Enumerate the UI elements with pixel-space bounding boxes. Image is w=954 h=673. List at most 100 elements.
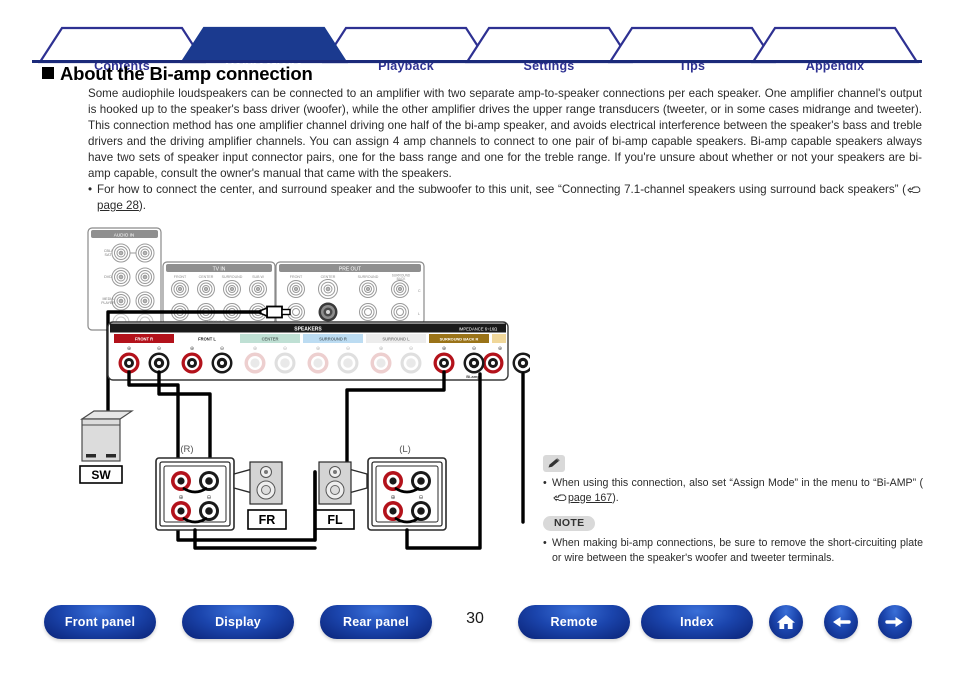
svg-text:DVD: DVD <box>104 275 112 279</box>
impedance-label: IMPEDANCE 6~16Ω <box>459 326 498 331</box>
body-text: Some audiophile loudspeakers can be conn… <box>88 87 922 181</box>
audio-in-panel: AUDIO IN CBL/ SAT DVD MEDIA PLAYER <box>87 227 162 331</box>
arrow-right-icon <box>885 617 903 627</box>
page-28-link[interactable]: page 28 <box>97 199 139 212</box>
bi-amp-strip-label: Bi-amp <box>466 374 480 379</box>
svg-text:BACK: BACK <box>397 277 407 281</box>
bullet-text-post: ). <box>138 199 147 213</box>
bullet-dot-icon: • <box>88 183 93 196</box>
nav-forward-button[interactable] <box>878 605 912 639</box>
speaker-terminal-strip: SPEAKERS IMPEDANCE 6~16Ω FRONT R FRONT L… <box>107 321 530 381</box>
svg-text:SURROUND R: SURROUND R <box>319 337 347 342</box>
nav-rear-panel[interactable]: Rear panel <box>320 605 432 639</box>
bullet-text-pre: For how to connect the center, and surro… <box>97 183 906 196</box>
arrow-left-icon <box>833 617 851 627</box>
svg-text:⊖: ⊖ <box>418 495 423 501</box>
svg-text:⊖: ⊖ <box>472 346 476 352</box>
svg-text:⊖: ⊖ <box>409 346 413 352</box>
note-badge: NOTE <box>543 516 596 532</box>
nav-front-panel-label: Front panel <box>64 615 136 629</box>
fl-speaker-terminals: (L) ⊕ ⊖ <box>367 444 447 531</box>
body-paragraph: Some audiophile loudspeakers can be conn… <box>88 86 922 183</box>
svg-text:CENTER: CENTER <box>199 275 214 279</box>
svg-text:⊖: ⊖ <box>346 346 350 352</box>
svg-text:⊖: ⊖ <box>283 346 287 352</box>
subwoofer-preout-jack <box>318 302 338 322</box>
nav-display[interactable]: Display <box>182 605 294 639</box>
nav-rear-panel-label: Rear panel <box>343 615 409 629</box>
sw-label: SW <box>91 468 111 482</box>
fr-label: FR <box>259 513 276 527</box>
svg-text:⊕: ⊕ <box>442 346 446 352</box>
svg-text:FRONT: FRONT <box>174 275 187 279</box>
tip-bullet: • When using this connection, also set “… <box>543 476 923 505</box>
svg-text:⊕: ⊕ <box>498 346 502 352</box>
fr-speaker-terminals: (R) ⊕ ⊖ <box>155 444 235 531</box>
svg-text:L: L <box>418 312 420 316</box>
note-bullet: • When making bi-amp connections, be sur… <box>543 536 923 565</box>
svg-text:FRONT R: FRONT R <box>135 337 153 342</box>
right-channel-label: (R) <box>180 444 193 455</box>
svg-text:⊕: ⊕ <box>390 495 395 501</box>
tv-in-panel: TV IN FRONT CENTER SURROUND SUB W SURROU… <box>162 261 276 325</box>
svg-text:⊕: ⊕ <box>316 346 320 352</box>
speakers-strip-title: SPEAKERS <box>294 326 322 332</box>
bullet-dot-icon: • <box>543 477 547 489</box>
nav-remote-label: Remote <box>550 615 598 629</box>
pencil-icon <box>543 455 565 472</box>
nav-home-button[interactable] <box>769 605 803 639</box>
svg-text:SURROUND: SURROUND <box>222 275 243 279</box>
subwoofer-unit: SW <box>79 410 134 484</box>
notes-panel: • When using this connection, also set “… <box>543 455 923 567</box>
bottom-navigation: Front panel Display Rear panel 30 Remote… <box>0 605 954 651</box>
nav-front-panel[interactable]: Front panel <box>44 605 156 639</box>
tip-text-post: ). <box>612 491 619 504</box>
tab-shapes <box>37 26 920 64</box>
svg-text:⊕: ⊕ <box>127 346 131 352</box>
svg-text:FRONT: FRONT <box>290 275 303 279</box>
nav-index[interactable]: Index <box>641 605 753 639</box>
pre-out-panel: PRE OUT FRONT CENTER SURROUND SURROUND B… <box>275 261 425 325</box>
nav-remote[interactable]: Remote <box>518 605 630 639</box>
bi-amp-wiring-diagram: AUDIO IN CBL/ SAT DVD MEDIA PLAYER TV IN… <box>60 222 530 567</box>
home-icon <box>777 615 795 629</box>
bullet-square-icon <box>42 67 54 79</box>
note-text: When making bi-amp connections, be sure … <box>552 537 923 564</box>
left-channel-label: (L) <box>399 444 411 455</box>
nav-index-label: Index <box>680 615 714 629</box>
tip-text: When using this connection, also set “As… <box>552 477 923 489</box>
body-bullet: • For how to connect the center, and sur… <box>88 182 922 214</box>
svg-text:CENTER: CENTER <box>262 337 279 342</box>
svg-text:⊖: ⊖ <box>157 346 161 352</box>
page-title: About the Bi-amp connection <box>42 63 313 85</box>
tab-bar: Contents Connections Playback Settings T… <box>0 24 954 73</box>
pointing-hand-icon <box>907 186 921 194</box>
svg-text:SURROUND BACK R: SURROUND BACK R <box>440 337 479 342</box>
svg-text:SURROUND L: SURROUND L <box>382 337 410 342</box>
diagram-svg: AUDIO IN CBL/ SAT DVD MEDIA PLAYER TV IN… <box>79 227 530 550</box>
svg-text:TV IN: TV IN <box>213 267 226 273</box>
nav-back-button[interactable] <box>824 605 858 639</box>
svg-text:SURROUND: SURROUND <box>358 275 379 279</box>
svg-text:AUDIO IN: AUDIO IN <box>114 233 134 238</box>
bullet-dot-icon: • <box>543 537 547 550</box>
svg-text:PRE OUT: PRE OUT <box>339 267 361 273</box>
page-167-link[interactable]: page 167 <box>568 492 612 504</box>
svg-text:CENTER: CENTER <box>321 275 336 279</box>
svg-text:PLAYER: PLAYER <box>101 301 115 305</box>
fr-speaker-icon: FR <box>233 461 287 530</box>
svg-text:⊕: ⊕ <box>253 346 257 352</box>
svg-text:SUB W: SUB W <box>252 275 264 279</box>
svg-text:⊖: ⊖ <box>220 346 224 352</box>
svg-text:⊕: ⊕ <box>178 495 183 501</box>
svg-text:⊕: ⊕ <box>379 346 383 352</box>
svg-text:⊕: ⊕ <box>190 346 194 352</box>
fl-label: FL <box>327 513 343 527</box>
svg-text:SAT: SAT <box>105 253 113 257</box>
svg-text:C: C <box>418 289 421 293</box>
fl-speaker-icon: FL <box>315 461 368 530</box>
nav-display-label: Display <box>215 615 261 629</box>
page-number: 30 <box>466 610 484 627</box>
svg-text:⊖: ⊖ <box>206 495 211 501</box>
svg-text:FRONT L: FRONT L <box>198 337 216 342</box>
